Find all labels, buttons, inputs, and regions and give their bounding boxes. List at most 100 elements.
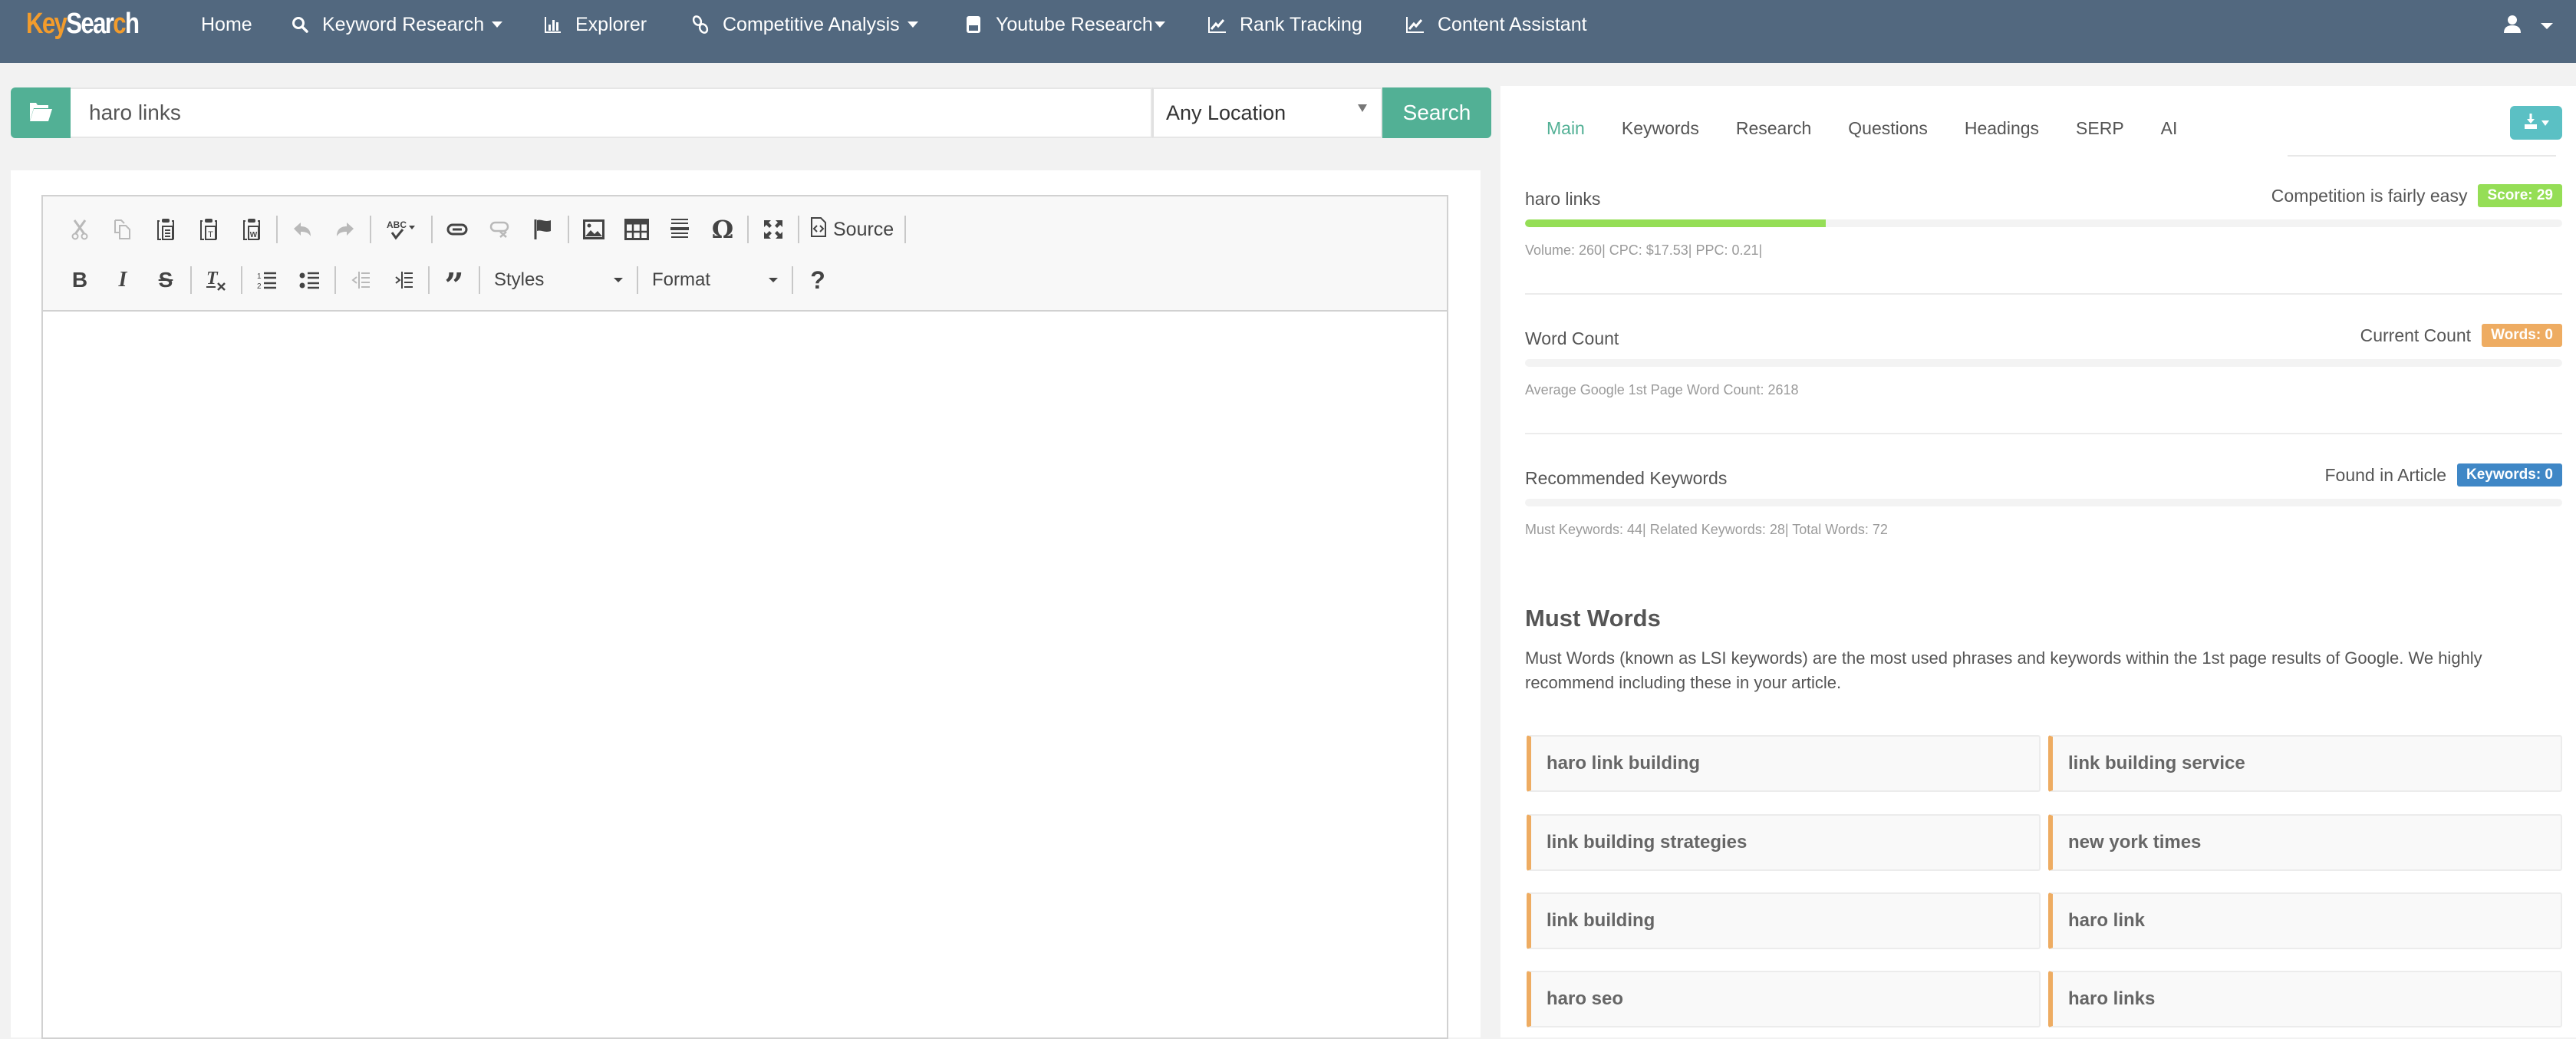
special-character-icon[interactable]: Ω <box>701 210 744 249</box>
copy-icon[interactable] <box>101 210 144 249</box>
location-select[interactable]: Any Location <box>1152 87 1382 138</box>
editor-content-area[interactable] <box>43 312 1447 1037</box>
search-icon <box>290 15 310 35</box>
cut-icon[interactable] <box>58 210 101 249</box>
tab-serp[interactable]: SERP <box>2057 101 2143 155</box>
tabs-divider <box>2288 155 2556 157</box>
nav-explorer[interactable]: Explorer <box>543 11 647 38</box>
horizontal-line-icon[interactable] <box>658 210 701 249</box>
paste-icon[interactable] <box>144 210 187 249</box>
youtube-icon <box>964 15 983 35</box>
tab-headings[interactable]: Headings <box>1946 101 2057 155</box>
found-in-article-label: Found in Article <box>2324 464 2447 485</box>
must-word-card[interactable]: link building <box>1527 892 2041 949</box>
keyword-stats: Volume: 260| CPC: $17.53| PPC: 0.21| <box>1525 242 1763 258</box>
chevron-down-icon <box>1358 104 1367 112</box>
source-button[interactable]: Source <box>802 210 901 249</box>
table-icon[interactable] <box>615 210 658 249</box>
chevron-down-icon <box>2541 120 2549 126</box>
chevron-down-icon <box>2541 22 2553 29</box>
image-icon[interactable] <box>572 210 615 249</box>
user-menu[interactable] <box>2502 14 2553 38</box>
styles-dropdown[interactable]: Styles <box>483 261 634 299</box>
chevron-down-icon <box>614 278 623 282</box>
toolbar-separator <box>431 216 433 243</box>
words-badge: Words: 0 <box>2482 324 2562 347</box>
toolbar-separator <box>904 216 907 243</box>
section-divider <box>1525 433 2562 434</box>
download-icon <box>2523 113 2538 134</box>
svg-text:T: T <box>208 230 213 239</box>
svg-text:ABC: ABC <box>387 219 407 230</box>
must-word-card[interactable]: link building service <box>2048 735 2562 792</box>
nav-home[interactable]: Home <box>201 11 252 38</box>
paste-word-icon[interactable]: W <box>230 210 273 249</box>
bold-icon[interactable]: B <box>58 261 101 299</box>
nav-keyword-research[interactable]: Keyword Research <box>290 11 503 38</box>
svg-text:1: 1 <box>257 272 262 281</box>
paste-text-icon[interactable]: T <box>187 210 230 249</box>
toolbar-separator <box>637 266 638 294</box>
must-words-description: Must Words (known as LSI keywords) are t… <box>1525 648 2482 692</box>
must-word-card[interactable]: haro link building <box>1527 735 2041 792</box>
strikethrough-icon[interactable]: S <box>144 261 187 299</box>
svg-text:2: 2 <box>257 282 262 290</box>
chevron-down-icon <box>907 21 918 28</box>
nav-content-assistant[interactable]: Content Assistant <box>1405 11 1587 38</box>
tab-questions[interactable]: Questions <box>1830 101 1946 155</box>
link-icon <box>690 15 710 35</box>
average-word-count: Average Google 1st Page Word Count: 2618 <box>1525 382 1799 397</box>
nav-youtube-research[interactable]: Youtube Research <box>964 11 1165 38</box>
export-button[interactable] <box>2510 106 2562 140</box>
word-count-progress-bar <box>1525 359 2562 367</box>
tab-main[interactable]: Main <box>1524 101 1603 155</box>
rich-text-editor: T W ABC Ω Source B I S T 1 2 ” Styles Fo… <box>41 195 1448 1039</box>
undo-icon[interactable] <box>281 210 324 249</box>
tab-keywords[interactable]: Keywords <box>1603 101 1718 155</box>
spellcheck-icon[interactable]: ABC <box>374 210 428 249</box>
must-word-card[interactable]: haro links <box>2048 971 2562 1027</box>
indent-icon[interactable] <box>382 261 425 299</box>
keysearch-logo[interactable]: KeySearch <box>26 6 140 41</box>
unlink-icon[interactable] <box>479 210 522 249</box>
help-icon[interactable]: ? <box>796 261 839 299</box>
svg-text:W: W <box>250 231 258 239</box>
source-code-icon <box>810 216 827 243</box>
toolbar-separator <box>190 266 192 294</box>
must-word-card[interactable]: haro seo <box>1527 971 2041 1027</box>
italic-icon[interactable]: I <box>101 261 144 299</box>
chevron-down-icon <box>769 278 778 282</box>
keyword-input[interactable]: haro links <box>71 87 1152 138</box>
search-button[interactable]: Search <box>1382 87 1491 138</box>
blockquote-icon[interactable]: ” <box>433 261 476 303</box>
bar-chart-icon <box>543 15 563 35</box>
section-divider <box>1525 293 2562 295</box>
tab-ai[interactable]: AI <box>2143 101 2196 155</box>
open-folder-button[interactable] <box>11 87 71 138</box>
bulleted-list-icon[interactable] <box>288 261 331 299</box>
score-progress-fill <box>1525 219 1827 227</box>
tab-research[interactable]: Research <box>1718 101 1830 155</box>
toolbar-separator <box>241 266 242 294</box>
line-chart-icon <box>1405 15 1425 35</box>
format-dropdown[interactable]: Format <box>641 261 789 299</box>
analysis-tabs: Main Keywords Research Questions Heading… <box>1524 101 2196 155</box>
search-bar: haro links Any Location Search <box>11 87 1491 138</box>
toolbar-separator <box>428 266 430 294</box>
maximize-icon[interactable] <box>752 210 795 249</box>
link-icon[interactable] <box>436 210 479 249</box>
toolbar-separator <box>370 216 371 243</box>
redo-icon[interactable] <box>324 210 367 249</box>
must-word-card[interactable]: new york times <box>2048 814 2562 871</box>
anchor-flag-icon[interactable] <box>522 210 565 249</box>
recommended-keywords-label: Recommended Keywords <box>1525 468 1728 488</box>
current-count-label: Current Count <box>2360 325 2472 345</box>
outdent-icon[interactable] <box>339 261 382 299</box>
must-word-card[interactable]: haro link <box>2048 892 2562 949</box>
remove-format-icon[interactable]: T <box>195 261 238 299</box>
nav-rank-tracking[interactable]: Rank Tracking <box>1207 11 1362 38</box>
must-word-card[interactable]: link building strategies <box>1527 814 2041 871</box>
nav-competitive-analysis[interactable]: Competitive Analysis <box>690 11 918 38</box>
numbered-list-icon[interactable]: 12 <box>245 261 288 299</box>
word-count-label: Word Count <box>1525 328 1619 348</box>
